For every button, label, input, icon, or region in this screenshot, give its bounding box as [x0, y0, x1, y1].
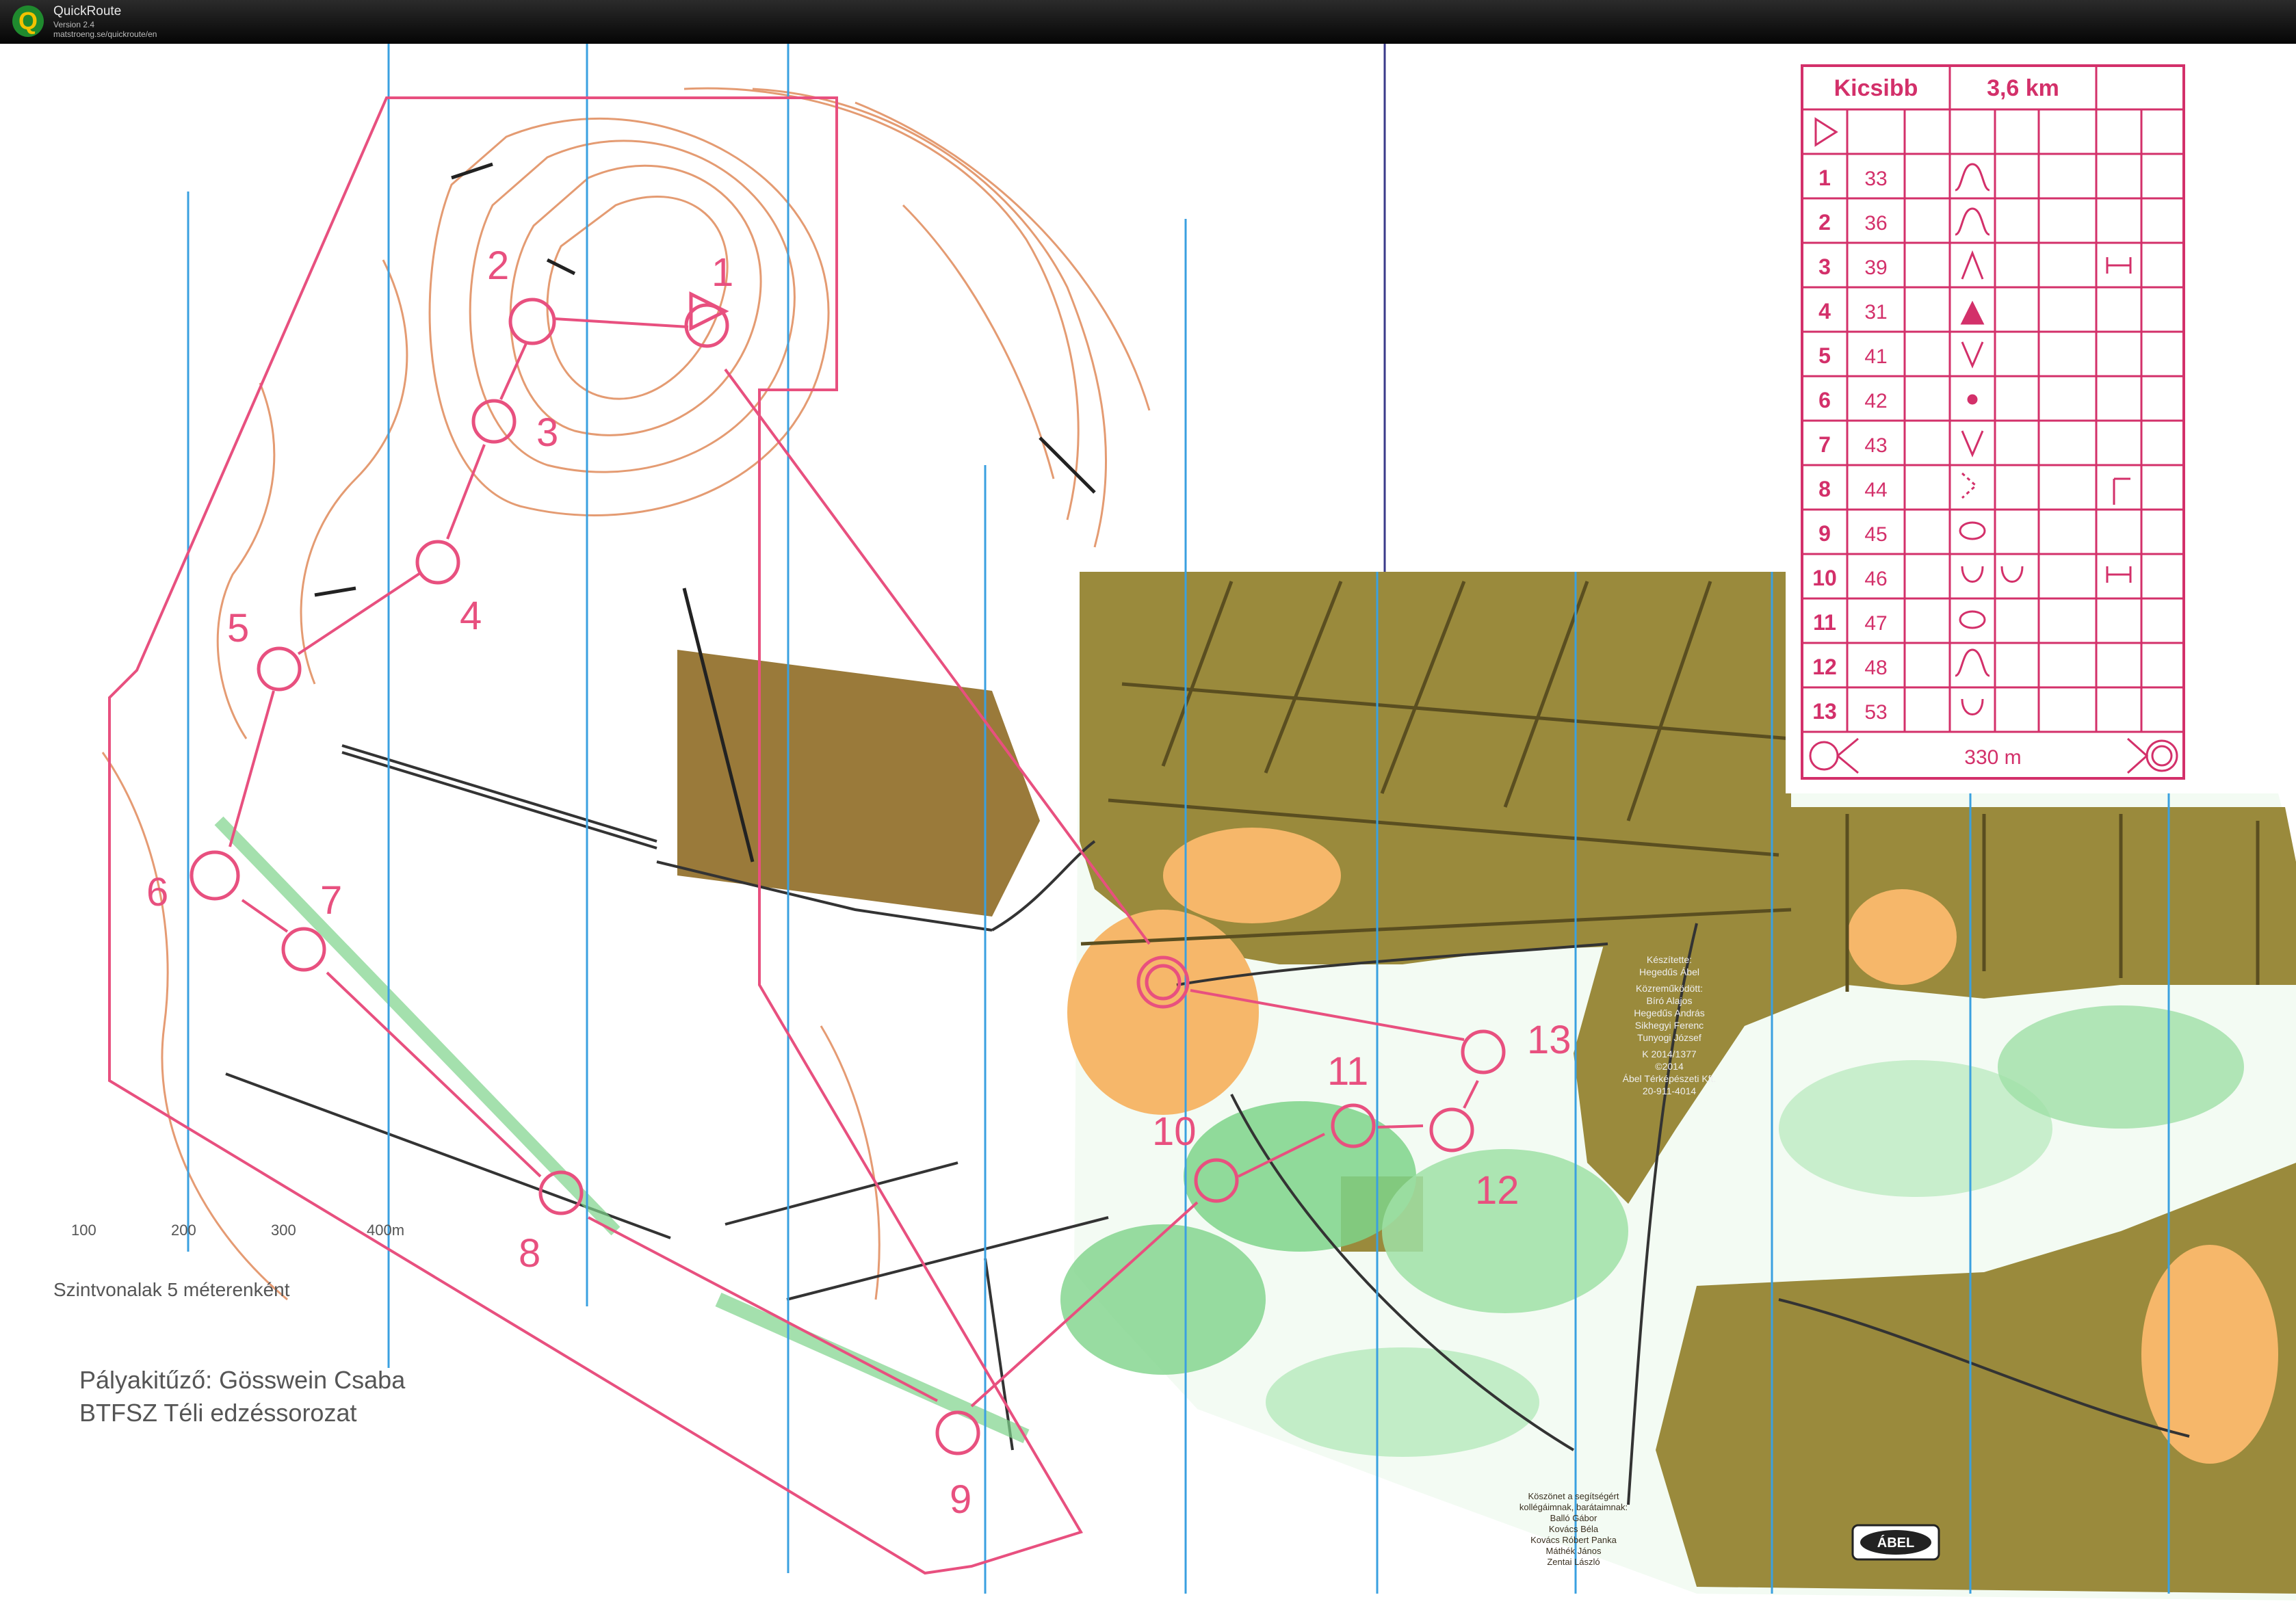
control-row-code: 43: [1864, 434, 1887, 457]
control-row-code: 46: [1864, 568, 1887, 590]
credit-line: ©2014: [1655, 1061, 1684, 1072]
app-version: Version 2.4: [53, 20, 95, 29]
control-number-4: 4: [460, 594, 482, 638]
control-row-code: 36: [1864, 212, 1887, 235]
app-name: QuickRoute: [53, 4, 122, 18]
green-veg-4: [1266, 1347, 1539, 1457]
thanks-line: Kovács Béla: [1549, 1524, 1599, 1534]
control-row-code: 42: [1864, 390, 1887, 412]
credit-line: Ábel Térképészeti Kft.: [1623, 1073, 1717, 1084]
control-number-12: 12: [1475, 1168, 1519, 1213]
open-area-3: [1847, 889, 1957, 985]
control-row-code: 41: [1864, 345, 1887, 368]
control-number-11: 11: [1327, 1049, 1368, 1094]
control-row-number: 5: [1818, 343, 1831, 368]
control-description-sheet: Kicsibb 3,6 km 1 33 2 36 3 39 4 31 5 41 6 42 7 43 8 44 9…: [1786, 59, 2187, 793]
control-row-number: 1: [1818, 166, 1831, 190]
control-row-code: 44: [1864, 479, 1887, 501]
abel-logo: ÁBEL: [1851, 1524, 1940, 1561]
finish-distance: 330 m: [1964, 746, 2021, 769]
description-background: [1786, 59, 2187, 793]
abel-logo-text: ÁBEL: [1877, 1535, 1914, 1551]
series-name: BTFSZ Téli edzéssorozat: [79, 1399, 356, 1427]
control-row-number: 2: [1818, 210, 1831, 235]
course-name: Kicsibb: [1834, 75, 1918, 101]
control-row-code: 33: [1864, 168, 1887, 190]
control-number-3: 3: [536, 410, 558, 455]
contour-note: Szintvonalak 5 méterenként: [53, 1279, 290, 1300]
course-length: 3,6 km: [1987, 75, 2059, 101]
control-row-code: 48: [1864, 657, 1887, 679]
open-area-2: [1163, 828, 1341, 923]
control-row-code: 45: [1864, 523, 1887, 546]
thanks-line: Máthék János: [1546, 1546, 1602, 1556]
control-number-2: 2: [487, 243, 509, 288]
scale-tick-400m: 400m: [367, 1222, 404, 1239]
control-number-7: 7: [320, 878, 342, 923]
scale-tick-200: 200: [171, 1222, 196, 1239]
credit-line: Készítette:: [1647, 954, 1692, 965]
credit-line: Tunyogi József: [1637, 1032, 1701, 1043]
open-area-4: [2141, 1245, 2278, 1464]
scale-tick-100: 100: [71, 1222, 96, 1239]
control-row-number: 12: [1812, 655, 1837, 679]
control-number-6: 6: [146, 870, 168, 914]
control-row-number: 13: [1812, 699, 1837, 724]
thanks-line: Kovács Róbert Panka: [1530, 1535, 1617, 1545]
scale-tick-300: 300: [271, 1222, 296, 1239]
control-number-9: 9: [950, 1477, 971, 1522]
title-bar: Q QuickRoute Version 2.4 matstroeng.se/q…: [0, 0, 2296, 44]
thanks-line: kollégáimnak, barátaimnak:: [1519, 1502, 1628, 1512]
control-row-number: 3: [1818, 254, 1831, 279]
thanks-line: Balló Gábor: [1550, 1513, 1597, 1523]
thanks-line: Zentai László: [1547, 1557, 1600, 1567]
orienteering-map[interactable]: 1 2 3 4 5 6 7 8 9 10 11 12 13 100 200 30…: [0, 44, 2296, 1608]
control-number-13: 13: [1527, 1018, 1571, 1062]
dot-icon: [1967, 394, 1978, 405]
green-veg-1: [1184, 1101, 1416, 1252]
credit-line: K 2014/1377: [1642, 1049, 1697, 1059]
quickroute-logo-icon: Q: [12, 5, 44, 37]
control-row-number: 4: [1818, 299, 1831, 324]
credit-line: Hegedűs András: [1634, 1007, 1705, 1018]
app-url: matstroeng.se/quickroute/en: [53, 29, 157, 39]
control-row-number: 7: [1818, 432, 1831, 457]
credit-line: Sikhegyi Ferenc: [1635, 1020, 1704, 1031]
control-number-1: 1: [712, 250, 733, 295]
control-row-code: 39: [1864, 256, 1887, 279]
control-row-number: 10: [1812, 566, 1837, 590]
credit-line: Bíró Alajos: [1647, 995, 1693, 1006]
green-veg-6: [1998, 1005, 2244, 1129]
control-number-5: 5: [227, 606, 249, 650]
credit-line: Hegedűs Ábel: [1639, 966, 1699, 977]
control-row-code: 31: [1864, 301, 1887, 324]
control-row-number: 11: [1813, 610, 1836, 635]
credit-line: Közreműködött:: [1636, 983, 1703, 994]
control-row-number: 6: [1818, 388, 1831, 412]
credit-line: 20-911-4014: [1643, 1085, 1697, 1096]
control-row-code: 53: [1864, 701, 1887, 724]
control-row-number: 8: [1818, 477, 1831, 501]
control-row-number: 9: [1818, 521, 1831, 546]
course-setter: Pályakitűző: Gösswein Csaba: [79, 1366, 406, 1394]
control-row-code: 47: [1864, 612, 1887, 635]
thanks-line: Köszönet a segítségért: [1528, 1491, 1619, 1501]
control-number-10: 10: [1152, 1109, 1197, 1154]
control-number-8: 8: [519, 1231, 540, 1276]
